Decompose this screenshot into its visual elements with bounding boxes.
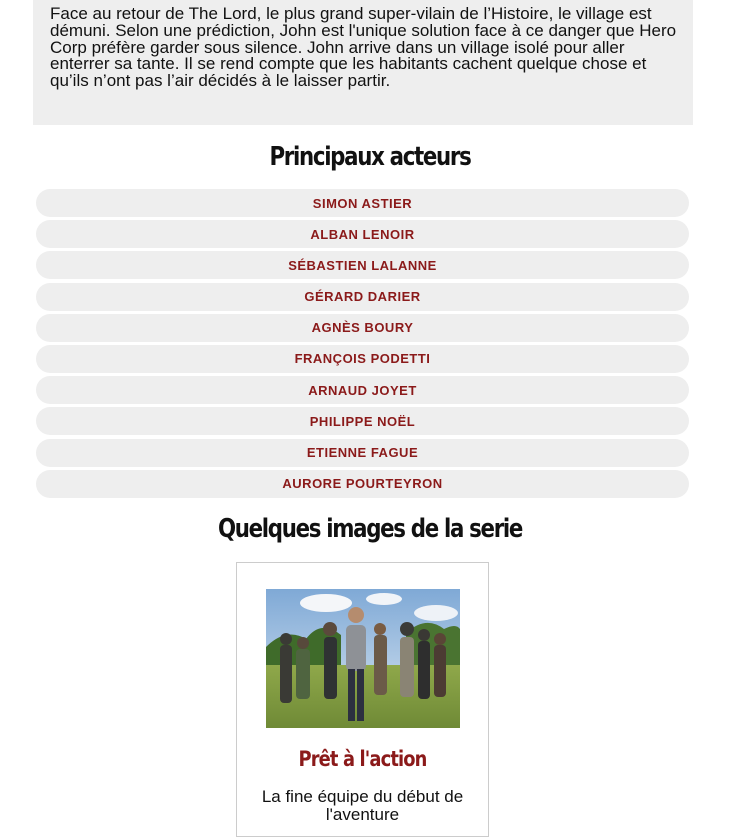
actor-item: GÉRARD DARIER bbox=[36, 282, 689, 311]
actor-item: AURORE POURTEYRON bbox=[36, 469, 689, 498]
actor-item: SIMON ASTIER bbox=[36, 189, 689, 217]
actor-item: ETIENNE FAGUE bbox=[36, 438, 689, 467]
actor-item: FRANÇOIS PODETTI bbox=[36, 344, 689, 373]
synopsis-panel: Face au retour de The Lord, le plus gran… bbox=[33, 0, 693, 125]
synopsis-text: Face au retour de The Lord, le plus gran… bbox=[50, 4, 677, 91]
actor-item: ARNAUD JOYET bbox=[36, 376, 689, 405]
image-card[interactable]: Prêt à l'action La fine équipe du début … bbox=[236, 562, 489, 837]
actor-list: SIMON ASTIER ALBAN LENOIR SÉBASTIEN LALA… bbox=[36, 189, 689, 501]
card-caption: La fine équipe du début de l'aventure bbox=[261, 787, 464, 824]
gallery-heading: Quelques images de la serie bbox=[217, 514, 523, 544]
actor-item: PHILIPPE NOËL bbox=[36, 407, 689, 436]
group-photo-image bbox=[266, 589, 460, 728]
actors-heading: Principaux acteurs bbox=[269, 142, 471, 172]
actor-item: SÉBASTIEN LALANNE bbox=[36, 251, 689, 280]
actor-item: ALBAN LENOIR bbox=[36, 220, 689, 249]
actor-item: AGNÈS BOURY bbox=[36, 313, 689, 342]
card-title[interactable]: Prêt à l'action bbox=[256, 747, 469, 771]
series-photo[interactable] bbox=[266, 589, 460, 728]
